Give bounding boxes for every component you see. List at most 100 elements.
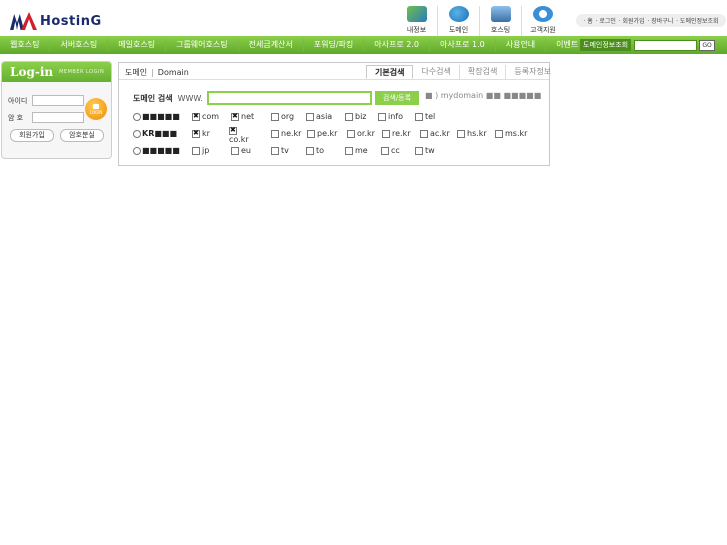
checkbox[interactable] (345, 113, 353, 121)
tld-group-label: ■■■■■ (142, 112, 180, 121)
domain-lookup-go-button[interactable]: GO (699, 39, 716, 51)
login-id-input[interactable] (32, 95, 84, 106)
checkbox[interactable] (306, 147, 314, 155)
tld-option[interactable]: cc (381, 146, 400, 155)
tld-name: ne.kr (281, 129, 302, 138)
top-icon-hosting[interactable]: 호스팅 (480, 6, 522, 36)
tld-option[interactable]: org (271, 112, 294, 121)
domain-icon (448, 6, 469, 22)
login-pw-input[interactable] (32, 112, 84, 123)
tld-option[interactable]: ac.kr (420, 129, 450, 138)
nav-item-asapro-1[interactable]: 아사프로 1.0 (430, 39, 496, 51)
tld-option[interactable]: ms.kr (495, 129, 527, 138)
tld-name: tv (281, 146, 289, 155)
checkbox[interactable] (415, 113, 423, 121)
checkbox[interactable] (271, 147, 279, 155)
util-link-home[interactable]: · 홈 (583, 16, 592, 25)
nav-item-forwarding[interactable]: 포워딩/파킹 (304, 39, 365, 51)
nav-item-web-hosting[interactable]: 웹호스팅 (0, 39, 51, 51)
checkbox[interactable] (347, 130, 355, 138)
tld-option[interactable]: kr (192, 129, 210, 138)
nav-item-mail-hosting[interactable]: 메일호스팅 (108, 39, 167, 51)
tld-option[interactable]: me (345, 146, 368, 155)
tab-multi-search[interactable]: 다수검색 (413, 65, 460, 79)
checkbox[interactable] (381, 147, 389, 155)
checkbox[interactable] (231, 147, 239, 155)
checkbox[interactable] (382, 130, 390, 138)
domain-search-input[interactable] (206, 91, 372, 105)
tld-name: pe.kr (317, 129, 338, 138)
tab-basic-search[interactable]: 기본검색 (366, 65, 414, 79)
top-icon-domain[interactable]: 도메인 (438, 6, 480, 36)
tld-option[interactable]: com (192, 112, 219, 121)
tld-option[interactable]: eu (231, 146, 251, 155)
nav-item-guide[interactable]: 사용안내 (496, 39, 547, 51)
tld-name: or.kr (357, 129, 375, 138)
checkbox-checked[interactable] (231, 112, 239, 121)
checkbox[interactable] (415, 147, 423, 155)
tld-option[interactable]: hs.kr (457, 129, 487, 138)
tld-option[interactable]: tw (415, 146, 435, 155)
tld-option[interactable]: net (231, 112, 254, 121)
checkbox-checked[interactable] (192, 129, 200, 138)
tld-option[interactable]: jp (192, 146, 209, 155)
nav-item-server-hosting[interactable]: 서버호스팅 (50, 39, 109, 51)
domain-panel-title: 도메인 | Domain (125, 67, 189, 78)
tld-option[interactable]: info (378, 112, 403, 121)
tld-name: eu (241, 146, 251, 155)
tld-group-radio[interactable] (133, 113, 141, 121)
top-icon-support[interactable]: 고객지원 (522, 6, 564, 36)
util-link-cart[interactable]: · 장바구니 (647, 16, 673, 25)
tld-option[interactable]: pe.kr (307, 129, 337, 138)
find-password-button[interactable]: 암호분실 (60, 129, 104, 142)
checkbox[interactable] (495, 130, 503, 138)
util-link-domain-lookup[interactable]: · 도메인정보조회 (676, 16, 718, 25)
domain-panel-header: 도메인 | Domain 기본검색 다수검색 확장검색 등록자정보 (119, 63, 551, 80)
signup-button[interactable]: 회원가입 (10, 129, 54, 142)
checkbox-checked[interactable] (192, 112, 200, 121)
login-pw-row: 암 호 (8, 112, 84, 123)
tld-option[interactable]: to (306, 146, 324, 155)
checkbox[interactable] (420, 130, 428, 138)
logo-text: HostinG (40, 13, 102, 29)
nav-item-tax-invoice[interactable]: 전세금계산서 (239, 39, 304, 51)
tld-option[interactable]: tel (415, 112, 435, 121)
checkbox[interactable] (306, 113, 314, 121)
login-header: Log-in MEMBER LOGIN (2, 62, 111, 82)
tld-group-radio[interactable] (133, 130, 141, 138)
checkbox[interactable] (457, 130, 465, 138)
tld-group-radio[interactable] (133, 147, 141, 155)
checkbox[interactable] (307, 130, 315, 138)
tld-option[interactable]: ne.kr (271, 129, 301, 138)
tld-option[interactable]: co.kr (229, 126, 249, 144)
tld-option[interactable]: tv (271, 146, 289, 155)
checkbox[interactable] (192, 147, 200, 155)
login-title: Log-in (10, 65, 54, 79)
tld-option[interactable]: or.kr (347, 129, 375, 138)
tld-option[interactable]: asia (306, 112, 332, 121)
tld-name: kr (202, 129, 210, 138)
tld-name: info (388, 112, 404, 121)
login-button[interactable]: LOGIN (85, 98, 107, 120)
top-icon-myinfo[interactable]: 내정보 (396, 6, 438, 36)
nav-item-groupware-hosting[interactable]: 그룹웨어호스팅 (166, 39, 239, 51)
nav-item-asapro-2[interactable]: 아사프로 2.0 (364, 39, 430, 51)
tld-option[interactable]: re.kr (382, 129, 411, 138)
mydomain-link[interactable]: ■ ) mydomain ■■ ■■■■■ (425, 91, 541, 100)
tld-option[interactable]: biz (345, 112, 367, 121)
domain-lookup-input[interactable] (634, 39, 698, 51)
checkbox[interactable] (378, 113, 386, 121)
tld-name: ac.kr (430, 129, 450, 138)
checkbox[interactable] (271, 130, 279, 138)
checkbox[interactable] (345, 147, 353, 155)
domain-search-button[interactable]: 검색/등록 (374, 91, 419, 105)
checkbox-checked[interactable] (229, 126, 237, 135)
util-link-signup[interactable]: · 회원가입 (619, 16, 645, 25)
util-link-login[interactable]: · 로그인 (596, 16, 616, 25)
tab-extended-search[interactable]: 확장검색 (460, 65, 507, 79)
login-actions: 회원가입 암호분실 (10, 129, 110, 142)
checkbox[interactable] (271, 113, 279, 121)
site-logo[interactable]: HostinG (10, 11, 102, 31)
tab-registrant-info[interactable]: 등록자정보 (506, 65, 559, 79)
top-icon-label: 고객지원 (530, 26, 556, 34)
